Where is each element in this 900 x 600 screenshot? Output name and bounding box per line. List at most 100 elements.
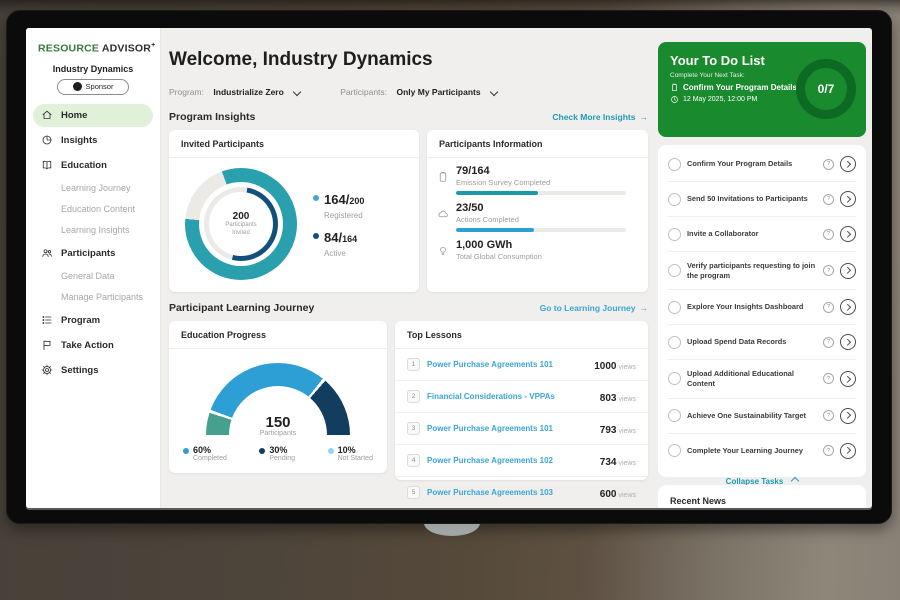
sidebar-item-participants[interactable]: Participants bbox=[33, 242, 153, 265]
task-checkbox[interactable] bbox=[668, 228, 681, 241]
chevron-right-icon bbox=[844, 161, 850, 167]
legend-label: Registered bbox=[324, 211, 364, 220]
gear-icon bbox=[41, 364, 53, 376]
task-label: Confirm Your Program Details bbox=[687, 159, 817, 169]
task-open-button[interactable] bbox=[840, 408, 856, 424]
task-label: Explore Your Insights Dashboard bbox=[687, 302, 817, 312]
task-row: Upload Spend Data Records ? bbox=[668, 325, 856, 360]
donut-center-value: 200 bbox=[233, 211, 250, 222]
chevron-right-icon bbox=[844, 412, 850, 418]
task-open-button[interactable] bbox=[840, 371, 856, 387]
task-checkbox[interactable] bbox=[668, 409, 681, 422]
participants-info-body: 79/164 Emission Survey Completed 23/50 A… bbox=[427, 158, 648, 265]
progress-fill bbox=[456, 191, 538, 195]
learning-cards-row: Education Progress 150 Participants bbox=[169, 321, 648, 480]
task-checkbox[interactable] bbox=[668, 158, 681, 171]
chevron-right-icon bbox=[844, 267, 850, 273]
lesson-link[interactable]: Power Purchase Agreements 101 bbox=[427, 360, 587, 369]
task-row: Confirm Your Program Details ? bbox=[668, 147, 856, 182]
learning-journey-header: Participant Learning Journey Go to Learn… bbox=[169, 302, 648, 314]
lesson-rank: 5 bbox=[407, 486, 420, 499]
participants-filter[interactable]: Participants: Only My Participants bbox=[340, 82, 497, 100]
legend-percent: 10% bbox=[338, 445, 373, 455]
stat-label: Actions Completed bbox=[456, 215, 626, 224]
sidebar-item-take-action[interactable]: Take Action bbox=[33, 334, 153, 357]
help-icon[interactable]: ? bbox=[823, 159, 834, 170]
check-more-insights-link[interactable]: Check More Insights → bbox=[552, 112, 648, 122]
sidebar-item-general-data[interactable]: General Data bbox=[33, 267, 153, 286]
legend-total: 200 bbox=[349, 196, 364, 206]
legend-value: 84/ bbox=[324, 230, 342, 245]
sidebar-item-learning-journey[interactable]: Learning Journey bbox=[33, 179, 153, 198]
help-icon[interactable]: ? bbox=[823, 410, 834, 421]
gauge-center-value: 150 bbox=[206, 415, 350, 430]
right-panel: Your To Do List Complete Your Next Task:… bbox=[658, 28, 872, 508]
help-icon[interactable]: ? bbox=[823, 229, 834, 240]
go-to-learning-journey-link[interactable]: Go to Learning Journey → bbox=[540, 303, 648, 313]
help-icon[interactable]: ? bbox=[823, 302, 834, 313]
task-checkbox[interactable] bbox=[668, 264, 681, 277]
legend-item-pending: 30% Pending bbox=[259, 445, 295, 462]
donut-center-label: Participants bbox=[225, 222, 256, 230]
task-open-button[interactable] bbox=[840, 263, 856, 279]
donut-gap: 200 Participants Invited bbox=[199, 182, 283, 266]
task-open-button[interactable] bbox=[840, 443, 856, 459]
lesson-link[interactable]: Power Purchase Agreements 102 bbox=[427, 456, 593, 465]
help-icon[interactable]: ? bbox=[823, 265, 834, 276]
section-title: Program Insights bbox=[169, 111, 255, 123]
task-row: Explore Your Insights Dashboard ? bbox=[668, 290, 856, 325]
link-label: Go to Learning Journey bbox=[540, 303, 636, 313]
sidebar-item-program[interactable]: Program bbox=[33, 309, 153, 332]
task-open-button[interactable] bbox=[840, 191, 856, 207]
task-row: Verify participants requesting to join t… bbox=[668, 252, 856, 290]
lesson-link[interactable]: Power Purchase Agreements 103 bbox=[427, 488, 593, 497]
task-checkbox[interactable] bbox=[668, 336, 681, 349]
task-checkbox[interactable] bbox=[668, 444, 681, 457]
lesson-link[interactable]: Financial Considerations - VPPAs bbox=[427, 392, 593, 401]
book-icon bbox=[41, 159, 53, 171]
legend-percent: 30% bbox=[269, 445, 295, 455]
task-checkbox[interactable] bbox=[668, 372, 681, 385]
task-open-button[interactable] bbox=[840, 226, 856, 242]
task-open-button[interactable] bbox=[840, 334, 856, 350]
help-icon[interactable]: ? bbox=[823, 373, 834, 384]
lesson-rank: 1 bbox=[407, 358, 420, 371]
task-checkbox[interactable] bbox=[668, 301, 681, 314]
legend-label: Not Started bbox=[338, 455, 373, 462]
task-checkbox[interactable] bbox=[668, 193, 681, 206]
arrow-right-icon: → bbox=[640, 112, 649, 122]
help-icon[interactable]: ? bbox=[823, 337, 834, 348]
monitor-bezel: RESOURCE ADVISOR+ Industry Dynamics Spon… bbox=[6, 10, 892, 524]
sidebar-item-label: Insights bbox=[61, 135, 97, 146]
legend-item-active: 84/164 Active bbox=[313, 229, 364, 258]
task-label: Send 50 Invitations to Participants bbox=[687, 194, 817, 204]
recent-news-card: Recent News bbox=[658, 485, 866, 508]
sidebar-item-learning-insights[interactable]: Learning Insights bbox=[33, 221, 153, 240]
sidebar-item-education-content[interactable]: Education Content bbox=[33, 200, 153, 219]
chevron-up-icon bbox=[791, 477, 799, 485]
education-progress-card: Education Progress 150 Participants bbox=[169, 321, 387, 473]
task-open-button[interactable] bbox=[840, 299, 856, 315]
lesson-views: 734 bbox=[600, 457, 617, 468]
lesson-link[interactable]: Power Purchase Agreements 101 bbox=[427, 424, 593, 433]
views-suffix: views bbox=[618, 428, 636, 435]
link-label: Check More Insights bbox=[552, 112, 635, 122]
sidebar-item-insights[interactable]: Insights bbox=[33, 129, 153, 152]
legend-value: 164/ bbox=[324, 192, 349, 207]
program-filter[interactable]: Program: Industrialize Zero bbox=[169, 82, 300, 100]
sidebar: RESOURCE ADVISOR+ Industry Dynamics Spon… bbox=[26, 28, 161, 508]
home-icon bbox=[41, 109, 53, 121]
sidebar-item-manage-participants[interactable]: Manage Participants bbox=[33, 288, 153, 307]
task-row: Upload Additional Educational Content ? bbox=[668, 360, 856, 398]
help-icon[interactable]: ? bbox=[823, 194, 834, 205]
sidebar-item-home[interactable]: Home bbox=[33, 104, 153, 127]
todo-counter: 0/7 bbox=[818, 82, 835, 96]
sidebar-item-education[interactable]: Education bbox=[33, 154, 153, 177]
task-open-button[interactable] bbox=[840, 156, 856, 172]
help-icon[interactable]: ? bbox=[823, 445, 834, 456]
sponsor-badge[interactable]: Sponsor bbox=[57, 79, 129, 95]
lesson-row: 2 Financial Considerations - VPPAs 803vi… bbox=[395, 381, 648, 413]
legend-percent: 60% bbox=[193, 445, 227, 455]
sidebar-item-settings[interactable]: Settings bbox=[33, 359, 153, 382]
chevron-down-icon bbox=[293, 88, 301, 96]
